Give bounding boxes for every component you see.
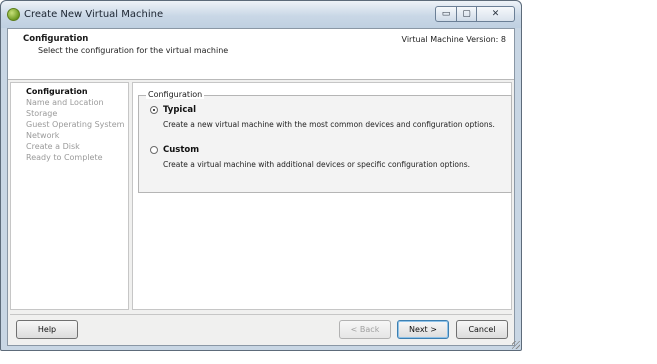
step-storage[interactable]: Storage [26, 109, 57, 118]
wizard-window: Create New Virtual Machine ▭ ▢ ✕ Configu… [0, 0, 522, 351]
typical-option-label[interactable]: Typical [163, 105, 196, 115]
step-configuration[interactable]: Configuration [26, 87, 88, 96]
minimize-button[interactable]: ▭ [435, 6, 457, 22]
help-button[interactable]: Help [16, 320, 78, 339]
window-title: Create New Virtual Machine [24, 9, 164, 20]
resize-grip-icon[interactable] [512, 341, 520, 349]
close-button[interactable]: ✕ [477, 6, 515, 22]
cancel-button[interactable]: Cancel [456, 320, 508, 339]
next-button[interactable]: Next > [397, 320, 449, 339]
configuration-group-label: Configuration [146, 90, 205, 99]
page-subtitle: Select the configuration for the virtual… [38, 46, 229, 55]
typical-radio[interactable] [150, 106, 158, 114]
custom-option-description: Create a virtual machine with additional… [163, 160, 471, 169]
step-ready-to-complete[interactable]: Ready to Complete [26, 153, 103, 162]
wizard-steps-list: Configuration Name and Location Storage … [10, 82, 129, 310]
step-name-and-location[interactable]: Name and Location [26, 98, 104, 107]
typical-option-description: Create a new virtual machine with the mo… [163, 120, 495, 129]
step-create-disk[interactable]: Create a Disk [26, 142, 80, 151]
custom-option-label[interactable]: Custom [163, 145, 199, 155]
wizard-footer: Help < Back Next > Cancel [10, 314, 512, 345]
configuration-group: Configuration Typical Create a new virtu… [138, 90, 512, 193]
step-guest-os[interactable]: Guest Operating System [26, 120, 124, 129]
window-controls: ▭ ▢ ✕ [435, 6, 515, 22]
wizard-header: Configuration Select the configuration f… [8, 29, 514, 80]
vm-version-label: Virtual Machine Version: 8 [401, 35, 506, 44]
back-button[interactable]: < Back [339, 320, 391, 339]
title-bar[interactable]: Create New Virtual Machine ▭ ▢ ✕ [1, 1, 521, 28]
maximize-button[interactable]: ▢ [457, 6, 477, 22]
page-title: Configuration [23, 34, 89, 44]
wizard-body: Configuration Select the configuration f… [7, 28, 515, 346]
configuration-panel: Configuration Typical Create a new virtu… [132, 82, 512, 310]
step-network[interactable]: Network [26, 131, 59, 140]
vsphere-app-icon [7, 8, 20, 21]
custom-radio[interactable] [150, 146, 158, 154]
